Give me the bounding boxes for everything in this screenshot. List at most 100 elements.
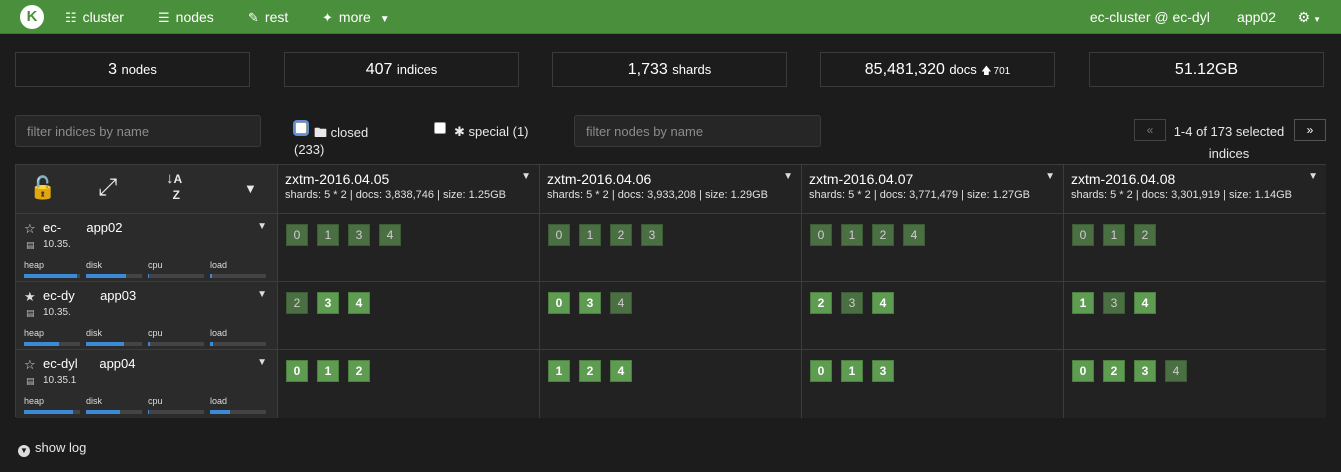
app-logo[interactable]: K	[20, 5, 44, 29]
index-name[interactable]: zxtm-2016.04.05	[285, 171, 389, 187]
nav-more[interactable]: ✦ more ▼	[322, 0, 390, 34]
caret-down-icon[interactable]: ▼	[257, 221, 267, 232]
primary-shard[interactable]: 2	[1103, 360, 1125, 382]
caret-down-icon[interactable]: ▼	[1308, 171, 1318, 182]
metric-fill	[148, 274, 150, 278]
primary-shard[interactable]: 4	[348, 292, 370, 314]
node-ip: 10.35.	[43, 307, 91, 318]
metric-bar	[24, 342, 80, 346]
replica-shard[interactable]: 4	[379, 224, 401, 246]
shard-cell: 034	[540, 282, 802, 350]
unlock-icon[interactable]: 🔓	[29, 175, 56, 201]
replica-shard[interactable]: 0	[1072, 224, 1094, 246]
replica-shard[interactable]: 0	[286, 224, 308, 246]
primary-shard[interactable]: 2	[810, 292, 832, 314]
caret-down-icon[interactable]: ▼	[1045, 171, 1055, 182]
shard-cell: 012	[278, 350, 540, 418]
shard-cell: 012	[1064, 214, 1326, 282]
hdd-icon: ▤	[26, 376, 35, 386]
replica-shard[interactable]: 2	[872, 224, 894, 246]
metric-fill	[24, 342, 59, 346]
node-name[interactable]: ec- app02	[43, 220, 123, 235]
metric-bar	[86, 410, 142, 414]
metric-bar	[210, 410, 266, 414]
filter-indices-input[interactable]	[15, 115, 261, 147]
primary-shard[interactable]: 1	[317, 360, 339, 382]
replica-shard[interactable]: 3	[641, 224, 663, 246]
caret-down-icon[interactable]: ▼	[783, 171, 793, 182]
replica-shard[interactable]: 0	[810, 224, 832, 246]
index-name[interactable]: zxtm-2016.04.07	[809, 171, 913, 187]
caret-down-icon[interactable]: ▼	[257, 357, 267, 368]
primary-shard[interactable]: 0	[810, 360, 832, 382]
primary-shard[interactable]: 1	[548, 360, 570, 382]
node-name[interactable]: ec-dy app03	[43, 288, 136, 303]
star-filled-icon: ★	[24, 289, 36, 304]
replica-shard[interactable]: 2	[1134, 224, 1156, 246]
closed-checkbox[interactable]	[295, 122, 307, 134]
metric-heap: heap	[24, 328, 80, 346]
sort-alpha-icon[interactable]: ↓A Z	[166, 171, 182, 203]
replica-shard[interactable]: 4	[903, 224, 925, 246]
replica-shard[interactable]: 1	[579, 224, 601, 246]
primary-shard[interactable]: 4	[610, 360, 632, 382]
primary-shard[interactable]: 3	[579, 292, 601, 314]
special-checkbox[interactable]	[434, 122, 446, 134]
caret-down-icon[interactable]: ▼	[257, 289, 267, 300]
stat-nodes: 3 nodes	[15, 52, 250, 87]
show-log-toggle[interactable]: ▼ show log	[18, 440, 86, 457]
metric-fill	[86, 342, 125, 346]
nav-rest[interactable]: ✎ rest	[248, 0, 288, 34]
asterisk-icon: ✱	[454, 124, 465, 139]
index-header: zxtm-2016.04.05 ▼ shards: 5 * 2 | docs: …	[278, 165, 540, 214]
primary-shard[interactable]: 1	[1072, 292, 1094, 314]
primary-shard[interactable]: 2	[348, 360, 370, 382]
primary-shard[interactable]: 3	[1134, 360, 1156, 382]
primary-shard[interactable]: 0	[1072, 360, 1094, 382]
replica-shard[interactable]: 1	[1103, 224, 1125, 246]
metric-bar	[210, 342, 266, 346]
prev-page-button[interactable]: «	[1134, 119, 1166, 141]
caret-down-icon[interactable]: ▼	[244, 181, 257, 196]
replica-shard[interactable]: 1	[317, 224, 339, 246]
index-name[interactable]: zxtm-2016.04.06	[547, 171, 651, 187]
primary-shard[interactable]: 0	[548, 292, 570, 314]
metric-disk: disk	[86, 396, 142, 414]
node-name[interactable]: ec-dyl app04	[43, 356, 136, 371]
primary-shard[interactable]: 2	[579, 360, 601, 382]
expand-icon[interactable]: ⤢	[98, 174, 117, 202]
shard-cell: 0134	[278, 214, 540, 282]
replica-shard[interactable]: 3	[348, 224, 370, 246]
metric-label: heap	[24, 328, 45, 338]
nav-nodes[interactable]: ☰ nodes	[158, 0, 214, 34]
index-meta: shards: 5 * 2 | docs: 3,838,746 | size: …	[285, 189, 506, 201]
nav-cluster[interactable]: ☷ cluster	[65, 0, 124, 34]
replica-shard[interactable]: 4	[1165, 360, 1187, 382]
arrow-up-icon: 🡅	[981, 66, 992, 77]
metric-fill	[24, 410, 74, 414]
primary-shard[interactable]: 4	[1134, 292, 1156, 314]
filter-nodes-input[interactable]	[574, 115, 821, 147]
primary-shard[interactable]: 0	[286, 360, 308, 382]
settings-menu[interactable]: ⚙ ▼	[1298, 0, 1321, 34]
replica-shard[interactable]: 3	[1103, 292, 1125, 314]
metric-label: load	[210, 396, 228, 406]
replica-shard[interactable]: 4	[610, 292, 632, 314]
index-name[interactable]: zxtm-2016.04.08	[1071, 171, 1175, 187]
replica-shard[interactable]: 2	[286, 292, 308, 314]
caret-down-icon: ▼	[379, 14, 390, 25]
replica-shard[interactable]: 0	[548, 224, 570, 246]
primary-shard[interactable]: 3	[317, 292, 339, 314]
stat-size: 51.12GB	[1089, 52, 1324, 87]
next-page-button[interactable]: »	[1294, 119, 1326, 141]
replica-shard[interactable]: 3	[841, 292, 863, 314]
caret-down-icon[interactable]: ▼	[521, 171, 531, 182]
metric-bar	[24, 274, 80, 278]
metric-heap: heap	[24, 396, 80, 414]
primary-shard[interactable]: 4	[872, 292, 894, 314]
primary-shard[interactable]: 1	[841, 360, 863, 382]
primary-shard[interactable]: 3	[872, 360, 894, 382]
replica-shard[interactable]: 1	[841, 224, 863, 246]
metric-label: heap	[24, 260, 45, 270]
replica-shard[interactable]: 2	[610, 224, 632, 246]
